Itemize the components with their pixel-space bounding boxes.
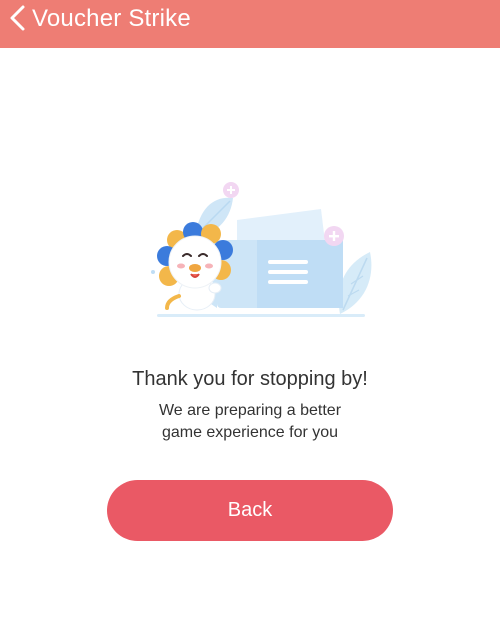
leaf-right-icon <box>338 252 372 314</box>
plus-badge-icon <box>324 226 344 246</box>
chevron-left-icon[interactable] <box>6 4 28 32</box>
plus-badge-icon <box>223 182 239 198</box>
status-message: We are preparing a better game experienc… <box>158 402 342 441</box>
page-title: Voucher Strike <box>32 5 191 32</box>
header-bar: Voucher Strike <box>0 0 500 48</box>
mascot-voucher-illustration-icon <box>151 182 372 317</box>
thank-you-heading: Thank you for stopping by! <box>132 368 368 390</box>
back-button[interactable]: Back <box>107 480 393 541</box>
